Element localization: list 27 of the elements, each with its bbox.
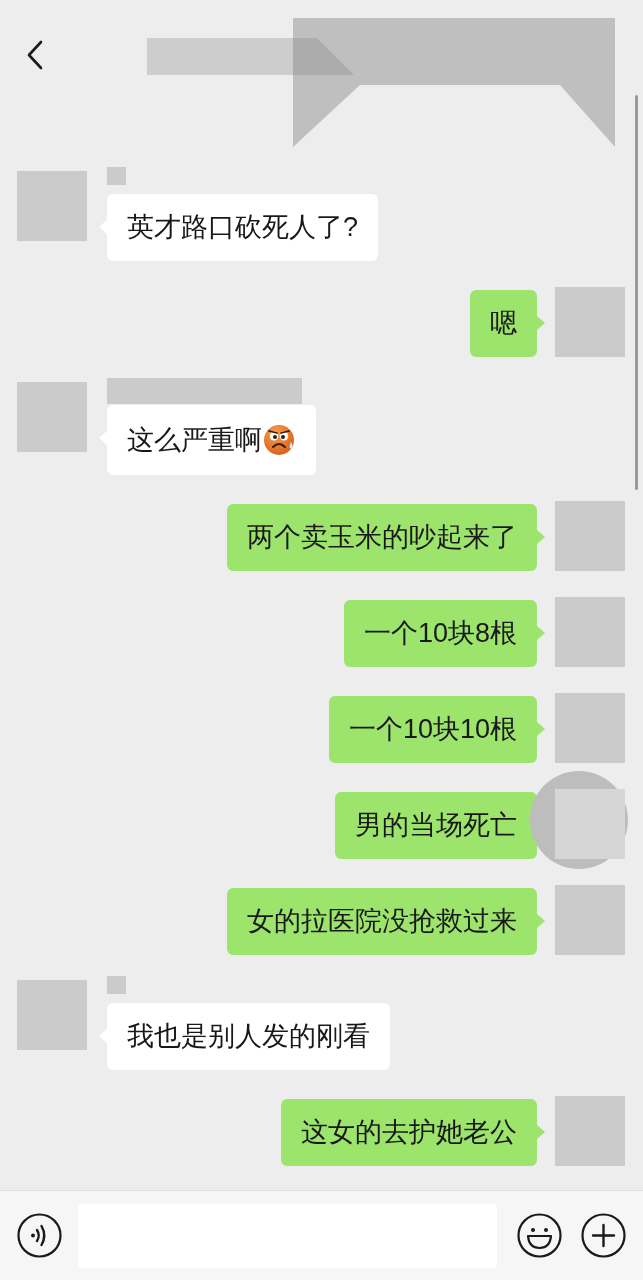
message-text: 一个10块10根 — [348, 715, 517, 744]
message-text: 男的当场死亡 — [355, 811, 517, 840]
avatar[interactable] — [555, 789, 625, 859]
smiley-icon — [517, 1213, 562, 1258]
avatar[interactable] — [555, 597, 625, 667]
avatar[interactable] — [555, 693, 625, 763]
emoji-button[interactable] — [517, 1213, 562, 1258]
voice-button[interactable] — [17, 1213, 62, 1258]
message-text: 我也是别人发的刚看 — [127, 1022, 370, 1051]
add-button[interactable] — [581, 1213, 626, 1258]
message-text: 嗯 — [490, 309, 517, 338]
avatar[interactable] — [17, 980, 87, 1050]
avatar[interactable] — [17, 171, 87, 241]
avatar[interactable] — [555, 287, 625, 357]
chevron-left-icon — [26, 40, 44, 70]
plus-icon — [581, 1213, 626, 1258]
message-text: 这女的去护她老公 — [301, 1118, 517, 1147]
avatar[interactable] — [555, 885, 625, 955]
avatar[interactable] — [555, 501, 625, 571]
message-text: 女的拉医院没抢救过来 — [247, 907, 517, 936]
message-text: 一个10块8根 — [363, 619, 517, 648]
message-text: 英才路口砍死人了? — [127, 213, 359, 242]
avatar[interactable] — [555, 1096, 625, 1166]
avatar[interactable] — [17, 382, 87, 452]
message-text: 两个卖玉米的吵起来了 — [247, 523, 517, 552]
voice-icon — [17, 1213, 62, 1258]
message-text: 这么严重啊 — [127, 425, 262, 455]
